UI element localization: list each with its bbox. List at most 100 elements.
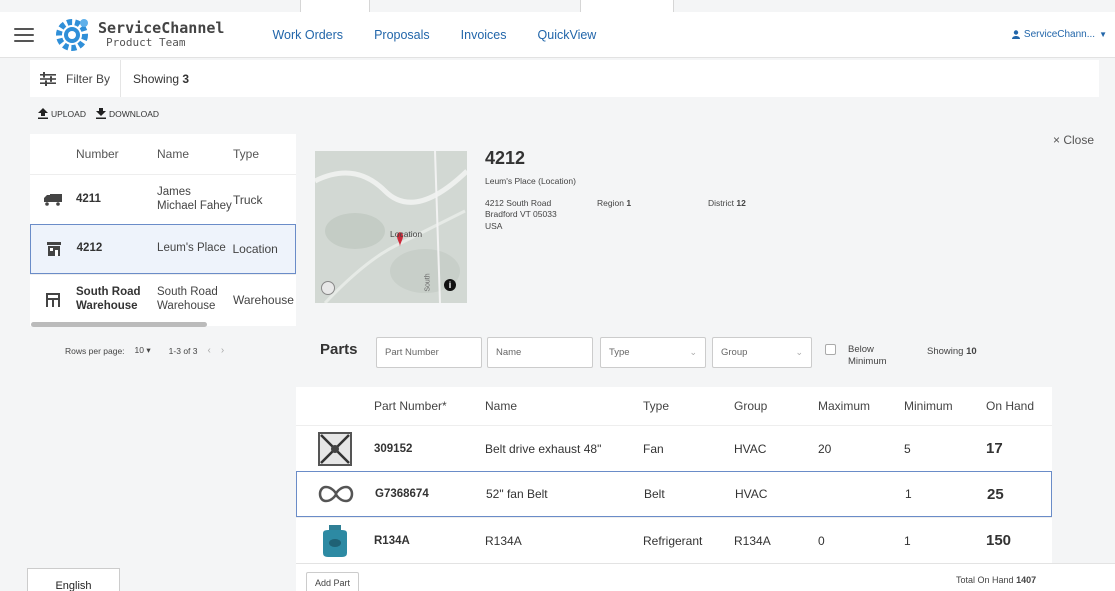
group-filter-select[interactable]: Group ⌄ xyxy=(712,337,812,368)
location-map[interactable]: Location South i xyxy=(315,151,467,303)
parts-table-header: Part Number* Name Type Group Maximum Min… xyxy=(296,387,1052,425)
region-label: Region xyxy=(597,198,624,208)
page-range: 1-3 of 3 xyxy=(168,345,198,356)
part-on-hand: 150 xyxy=(986,532,1012,549)
logo-title: ServiceChannel xyxy=(98,18,225,37)
total-on-hand: Total On Hand 1407 xyxy=(956,575,1036,585)
below-minimum-toggle[interactable]: Below Minimum xyxy=(825,344,894,369)
parts-row-r134a[interactable]: R134A R134A Refrigerant R134A 0 1 150 xyxy=(296,517,1052,563)
showing-count: Showing 3 xyxy=(133,72,189,86)
parts-showing-value: 10 xyxy=(966,346,977,357)
belt-icon xyxy=(318,485,354,503)
map-road-label: South xyxy=(424,273,432,292)
parts-row-g7368674[interactable]: G7368674 52" fan Belt Belt HVAC 1 25 xyxy=(296,471,1052,517)
filter-by-button[interactable]: Filter By xyxy=(30,60,122,97)
nav-proposals[interactable]: Proposals xyxy=(374,28,430,42)
part-name: 52" fan Belt xyxy=(486,487,548,501)
total-on-hand-value: 1407 xyxy=(1016,575,1037,585)
location-district: District 12 xyxy=(708,198,746,208)
col-type[interactable]: Type xyxy=(643,399,734,413)
hamburger-menu-icon[interactable] xyxy=(14,27,34,42)
part-number-filter[interactable]: Part Number xyxy=(376,337,482,368)
below-minimum-checkbox[interactable] xyxy=(825,344,836,355)
part-type: Belt xyxy=(644,487,665,501)
showing-label: Showing xyxy=(133,71,180,86)
row-type: Truck xyxy=(233,192,263,207)
chevron-down-icon: ⌄ xyxy=(795,347,803,357)
part-number: G7368674 xyxy=(375,488,429,500)
nav-work-orders[interactable]: Work Orders xyxy=(272,28,343,42)
col-part-number[interactable]: Part Number* xyxy=(374,399,485,413)
col-name[interactable]: Name xyxy=(485,399,643,413)
col-name[interactable]: Name xyxy=(157,147,233,161)
address-line: 4212 South Road xyxy=(485,198,552,208)
part-on-hand: 25 xyxy=(987,485,1004,503)
parts-footer: Add Part Total On Hand 1407 xyxy=(296,563,1115,591)
rows-per-page-value: 10 xyxy=(134,345,145,355)
download-button[interactable]: DOWNLOAD xyxy=(95,108,160,119)
row-name: Leum's Place xyxy=(157,242,226,255)
part-maximum: 20 xyxy=(818,441,832,456)
col-group[interactable]: Group xyxy=(734,399,818,413)
part-group: R134A xyxy=(734,533,771,548)
row-number: 4211 xyxy=(76,192,101,205)
group-filter-label: Group xyxy=(721,347,748,358)
top-navigation-bar: ServiceChannel Product Team Work Orders … xyxy=(0,12,1115,58)
type-filter-select[interactable]: Type ⌄ xyxy=(600,337,706,368)
part-group: HVAC xyxy=(735,487,768,501)
col-number[interactable]: Number xyxy=(76,147,157,161)
location-list: Number Name Type 4211 James Michael Fahe… xyxy=(30,134,296,326)
upload-label: UPLOAD xyxy=(51,108,86,119)
parts-showing-label: Showing xyxy=(927,346,964,357)
parts-table: Part Number* Name Type Group Maximum Min… xyxy=(296,387,1052,563)
part-group: HVAC xyxy=(734,441,767,456)
add-part-button[interactable]: Add Part xyxy=(306,572,360,591)
row-number: South Road Warehouse xyxy=(76,285,141,312)
col-minimum[interactable]: Minimum xyxy=(904,399,986,413)
row-number: 4212 xyxy=(76,242,103,255)
rows-per-page-select[interactable]: 10 ▾ xyxy=(135,345,151,356)
address-line: Bradford VT 05033 xyxy=(485,209,557,220)
part-number: 309152 xyxy=(374,442,413,455)
truck-icon xyxy=(44,193,62,206)
part-name: R134A xyxy=(485,533,522,548)
parts-row-309152[interactable]: 309152 Belt drive exhaust 48" Fan HVAC 2… xyxy=(296,425,1052,471)
list-row-4211[interactable]: 4211 James Michael Fahey Truck xyxy=(30,174,296,224)
download-label: DOWNLOAD xyxy=(108,108,160,119)
row-type: Location xyxy=(232,242,278,256)
user-menu[interactable]: ServiceChann... ▼ xyxy=(1011,29,1107,40)
language-selector[interactable]: English xyxy=(27,568,120,591)
total-on-hand-label: Total On Hand xyxy=(956,575,1014,585)
pagination: Rows per page: 10 ▾ 1-3 of 3 ‹ › xyxy=(65,345,224,356)
upload-icon xyxy=(38,108,48,119)
name-filter[interactable]: Name xyxy=(487,337,593,368)
nav-quickview[interactable]: QuickView xyxy=(538,28,597,42)
next-page-icon[interactable]: › xyxy=(221,345,224,356)
col-type[interactable]: Type xyxy=(233,147,296,161)
filter-bar: Filter By Showing 3 xyxy=(30,60,1099,97)
col-on-hand[interactable]: On Hand xyxy=(986,399,1046,413)
close-button[interactable]: × Close xyxy=(1053,133,1094,147)
list-row-4212[interactable]: 4212 Leum's Place Location xyxy=(30,224,296,274)
horizontal-scrollbar[interactable] xyxy=(31,322,207,327)
address-line: USA xyxy=(485,220,503,231)
gear-logo-icon xyxy=(56,18,88,51)
row-type: Warehouse xyxy=(233,292,294,307)
upload-download-actions: UPLOAD DOWNLOAD xyxy=(38,108,159,119)
nav-invoices[interactable]: Invoices xyxy=(461,28,507,42)
info-icon[interactable]: i xyxy=(444,279,456,291)
list-row-south-road-warehouse[interactable]: South Road Warehouse South Road Warehous… xyxy=(30,274,296,324)
part-minimum: 5 xyxy=(904,441,911,456)
map-pin-label: Location xyxy=(390,229,423,239)
part-name: Belt drive exhaust 48" xyxy=(485,441,602,456)
prev-page-icon[interactable]: ‹ xyxy=(208,345,211,356)
map-compass-icon[interactable] xyxy=(321,281,335,295)
parts-showing-count: Showing 10 xyxy=(927,346,977,357)
row-name: James Michael Fahey xyxy=(157,185,232,212)
logo[interactable]: ServiceChannel Product Team xyxy=(52,15,224,55)
chevron-down-icon: ⌄ xyxy=(689,347,697,357)
part-minimum: 1 xyxy=(905,487,912,501)
sliders-icon xyxy=(40,71,56,86)
col-maximum[interactable]: Maximum xyxy=(818,399,904,413)
upload-button[interactable]: UPLOAD xyxy=(38,108,86,119)
